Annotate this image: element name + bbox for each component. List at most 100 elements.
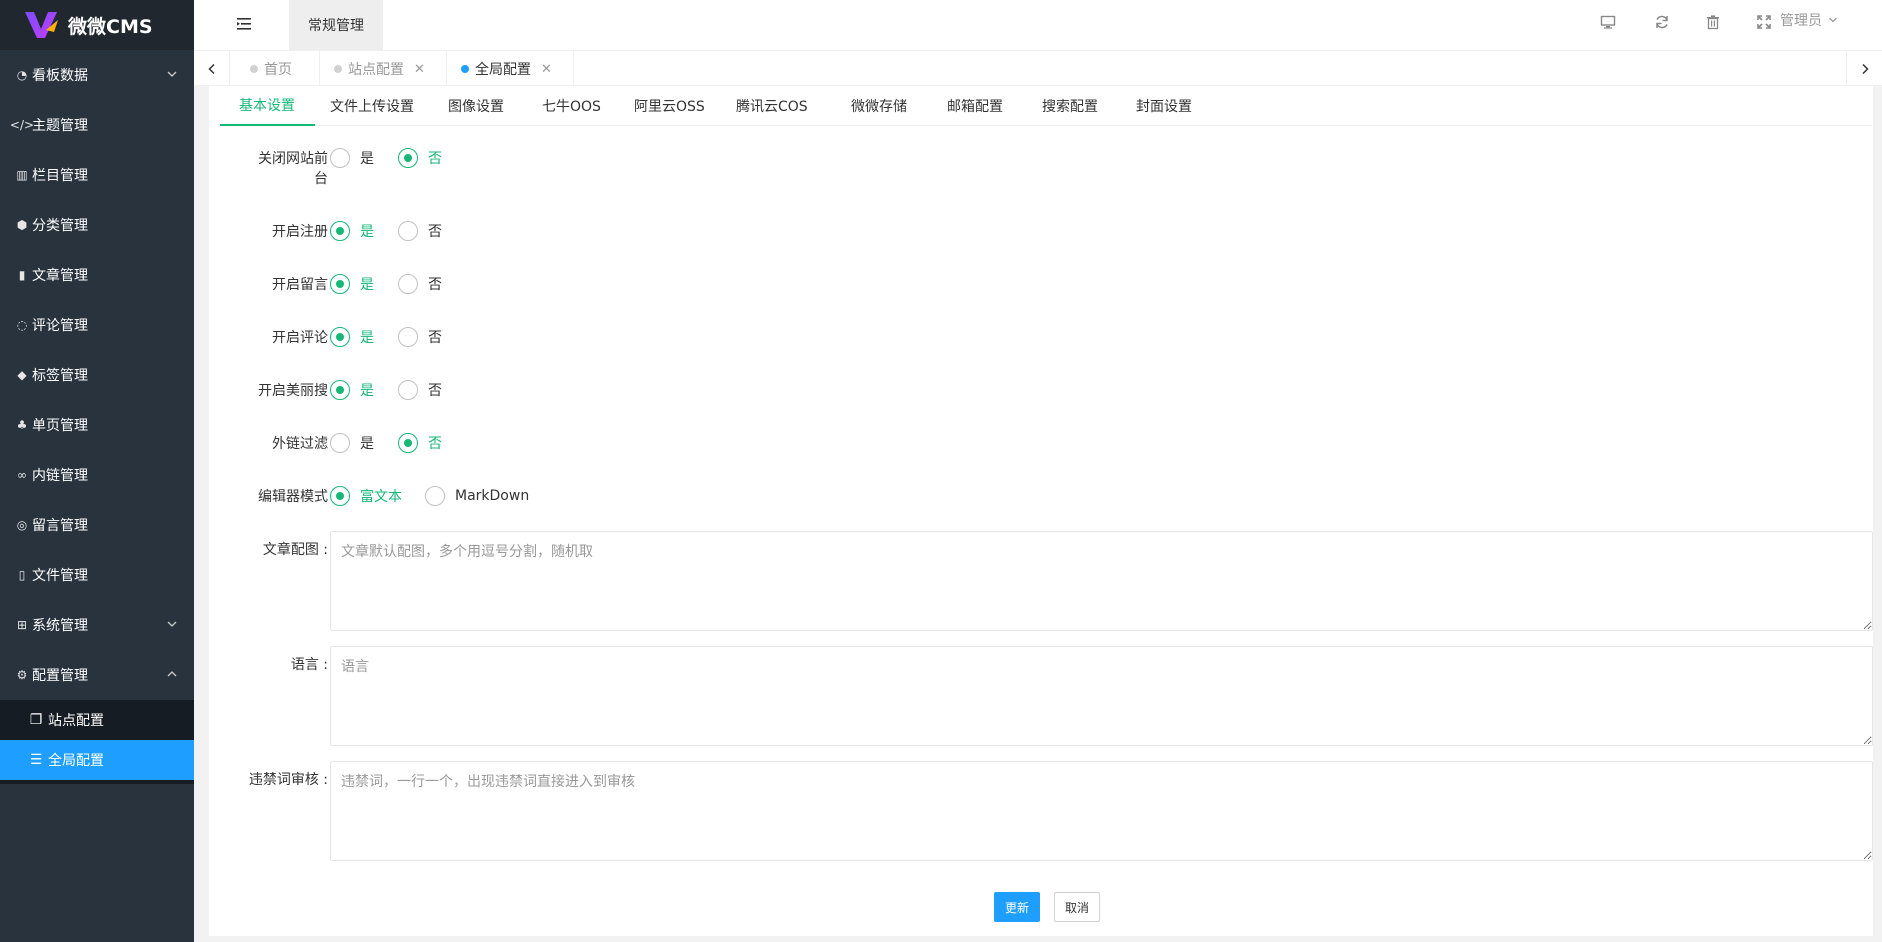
radio-label: 是 <box>360 330 374 346</box>
chevron-down-icon <box>166 618 180 632</box>
link-filter-no-radio[interactable]: 否 <box>398 433 442 453</box>
comment-no-radio[interactable]: 否 <box>398 327 442 347</box>
radio-label: 否 <box>428 224 442 240</box>
sidebar-item-label: 系统管理 <box>32 618 88 634</box>
update-button[interactable]: 更新 <box>994 892 1040 922</box>
register-no-radio[interactable]: 否 <box>398 221 442 241</box>
tabs-scroll-right-icon[interactable] <box>1846 51 1882 87</box>
tab-upload-settings[interactable]: 文件上传设置 <box>330 86 414 126</box>
tab-dot-icon <box>250 65 258 73</box>
meilisearch-yes-radio[interactable]: 是 <box>330 380 374 400</box>
tab-dot-icon <box>334 65 342 73</box>
content-card: 基本设置 文件上传设置 图像设置 七牛OOS 阿里云OSS 腾讯云COS 微微存… <box>209 86 1873 936</box>
tab-email-config[interactable]: 邮箱配置 <box>947 86 1003 126</box>
radio-label: 是 <box>360 383 374 399</box>
link-icon: ∞ <box>17 468 27 482</box>
comment-yes-radio[interactable]: 是 <box>330 327 374 347</box>
tab-aliyun-oss[interactable]: 阿里云OSS <box>634 86 705 126</box>
tab-qiniu-oos[interactable]: 七牛OOS <box>542 86 601 126</box>
trash-icon[interactable] <box>1703 12 1723 32</box>
page-tab-site-config[interactable]: 站点配置 ✕ <box>320 51 447 87</box>
sidebar-item-12[interactable]: ⚙ 配置管理 <box>0 650 194 700</box>
radio-label: 是 <box>360 436 374 452</box>
radio-label: 否 <box>428 383 442 399</box>
link-filter-label: 外链过滤 <box>272 436 328 452</box>
sidebar-item-1[interactable]: </> 主题管理 <box>0 100 194 150</box>
cover-images-textarea[interactable] <box>330 531 1873 631</box>
windows-icon: ⊞ <box>16 618 28 632</box>
monitor-icon[interactable] <box>1598 12 1618 32</box>
close-site-label: 关闭网站前 台 <box>229 149 328 189</box>
editor-markdown-radio[interactable]: MarkDown <box>425 486 529 506</box>
meilisearch-label: 开启美丽搜 <box>258 383 328 399</box>
sidebar-item-label: 看板数据 <box>32 68 88 84</box>
tab-basic-settings[interactable]: 基本设置 <box>220 86 315 126</box>
guestbook-yes-radio[interactable]: 是 <box>330 274 374 294</box>
comment-label: 开启评论 <box>272 330 328 346</box>
radio-label: 是 <box>360 151 374 167</box>
language-label: 语言 : <box>290 657 328 673</box>
meilisearch-no-radio[interactable]: 否 <box>398 380 442 400</box>
top-header: 常规管理 管理员 <box>194 0 1882 50</box>
tab-tencent-cos[interactable]: 腾讯云COS <box>736 86 808 126</box>
radio-label: 否 <box>428 151 442 167</box>
sidebar-item-2[interactable]: ▥ 栏目管理 <box>0 150 194 200</box>
close-icon[interactable]: ✕ <box>414 62 425 77</box>
sidebar-item-5[interactable]: ◌ 评论管理 <box>0 300 194 350</box>
refresh-icon[interactable] <box>1652 12 1672 32</box>
editor-mode-label: 编辑器模式 <box>258 489 328 505</box>
sidebar-subitem-1[interactable]: ☰ 全局配置 <box>0 740 194 780</box>
sidebar-subitem-label: 站点配置 <box>48 713 104 729</box>
admin-label: 管理员 <box>1780 13 1822 29</box>
tab-image-settings[interactable]: 图像设置 <box>448 86 504 126</box>
cover-images-label: 文章配图 : <box>262 542 328 558</box>
menu-toggle-icon[interactable] <box>234 14 254 34</box>
tabs-scroll-left-icon[interactable] <box>194 51 230 87</box>
language-textarea[interactable] <box>330 646 1873 746</box>
banned-words-label: 违禁词审核 : <box>248 772 328 788</box>
tab-search-config[interactable]: 搜索配置 <box>1042 86 1098 126</box>
admin-menu[interactable]: 管理员 <box>1780 0 1838 40</box>
tab-weiwei-storage[interactable]: 微微存储 <box>851 86 907 126</box>
close-site-yes-radio[interactable]: 是 <box>330 148 374 168</box>
sidebar-item-11[interactable]: ⊞ 系统管理 <box>0 600 194 650</box>
book-icon: ▮ <box>18 268 26 282</box>
sidebar-item-6[interactable]: ◆ 标签管理 <box>0 350 194 400</box>
tab-cover-settings[interactable]: 封面设置 <box>1136 86 1192 126</box>
sidebar-item-label: 文件管理 <box>32 568 88 584</box>
sidebar-item-0[interactable]: ◔ 看板数据 <box>0 50 194 100</box>
sidebar-item-7[interactable]: ♣ 单页管理 <box>0 400 194 450</box>
sidebar-item-8[interactable]: ∞ 内链管理 <box>0 450 194 500</box>
chevron-down-icon <box>1828 15 1838 25</box>
sidebar-subitem-0[interactable]: ❐ 站点配置 <box>0 700 194 740</box>
logo-mark-icon <box>24 7 64 43</box>
sidebar-item-4[interactable]: ▮ 文章管理 <box>0 250 194 300</box>
banned-words-textarea[interactable] <box>330 761 1873 861</box>
close-site-no-radio[interactable]: 否 <box>398 148 442 168</box>
page-tab-home[interactable]: 首页 <box>230 51 320 87</box>
header-tab-general[interactable]: 常规管理 <box>289 0 383 50</box>
editor-richtext-radio[interactable]: 富文本 <box>330 486 402 506</box>
radio-label: MarkDown <box>455 488 530 504</box>
file-icon: ▯ <box>18 568 26 582</box>
sidebar-item-3[interactable]: ⬢ 分类管理 <box>0 200 194 250</box>
close-site-label-line2: 台 <box>314 171 328 187</box>
app-name: 微微CMS <box>68 15 153 38</box>
guestbook-no-radio[interactable]: 否 <box>398 274 442 294</box>
app-logo[interactable]: 微微CMS <box>0 0 194 50</box>
page-tab-label: 站点配置 <box>348 62 404 78</box>
cancel-button[interactable]: 取消 <box>1054 892 1100 922</box>
link-filter-yes-radio[interactable]: 是 <box>330 433 374 453</box>
register-yes-radio[interactable]: 是 <box>330 221 374 241</box>
fullscreen-icon[interactable] <box>1754 12 1774 32</box>
close-icon[interactable]: ✕ <box>541 62 552 77</box>
chevron-up-icon <box>166 668 180 682</box>
page-tab-global-config[interactable]: 全局配置 ✕ <box>447 51 574 87</box>
sidebar-item-label: 文章管理 <box>32 268 88 284</box>
sidebar-item-label: 配置管理 <box>32 668 88 684</box>
sidebar-item-label: 标签管理 <box>32 368 88 384</box>
sidebar-item-10[interactable]: ▯ 文件管理 <box>0 550 194 600</box>
sidebar-item-9[interactable]: ◎ 留言管理 <box>0 500 194 550</box>
list-icon: ☰ <box>29 752 43 768</box>
sidebar-submenu: ❐ 站点配置 ☰ 全局配置 <box>0 700 194 784</box>
